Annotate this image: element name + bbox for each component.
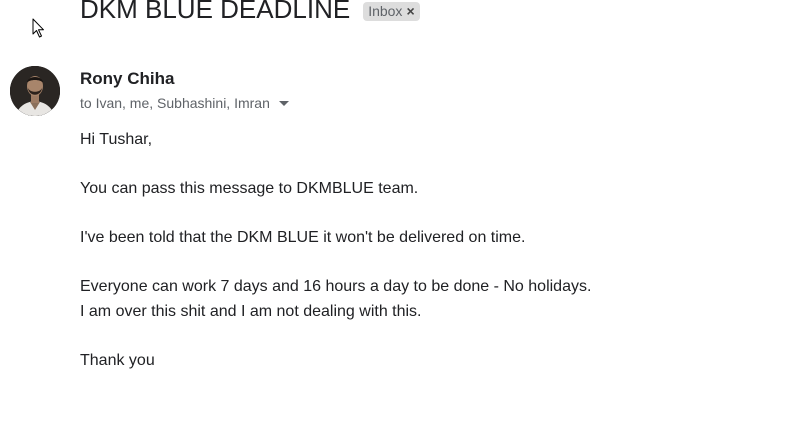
body-blank-line: [80, 202, 591, 227]
avatar-photo: [10, 66, 60, 116]
body-line: Thank you: [80, 351, 155, 369]
subject-row: DKM BLUE DEADLINE Inbox ×: [80, 0, 420, 25]
recipients-text: to Ivan, me, Subhashini, Imran: [80, 95, 270, 111]
sender-avatar[interactable]: [10, 66, 60, 116]
body-line: You can pass this message to DKMBLUE tea…: [80, 180, 419, 197]
label-chip-text: Inbox: [368, 3, 403, 19]
remove-label-icon[interactable]: ×: [406, 4, 414, 19]
body-line: Everyone can work 7 days and 16 hours a …: [80, 278, 592, 295]
body-blank-line: [80, 153, 591, 178]
body-blank-line: [80, 324, 591, 349]
inbox-label-chip[interactable]: Inbox ×: [363, 2, 420, 21]
sender-name[interactable]: Rony Chiha: [80, 69, 174, 89]
body-line: I am over this shit and I am not dealing…: [80, 302, 422, 320]
chevron-down-icon[interactable]: [278, 100, 289, 106]
body-blank-line: [80, 251, 591, 276]
recipients-line[interactable]: to Ivan, me, Subhashini, Imran: [80, 95, 289, 111]
mouse-pointer-icon: [32, 18, 44, 38]
body-line: I've been told that the DKM BLUE it won'…: [80, 229, 526, 246]
email-subject: DKM BLUE DEADLINE: [80, 0, 351, 24]
body-line: Hi Tushar,: [80, 131, 153, 148]
email-body: Hi Tushar, You can pass this message to …: [80, 128, 591, 373]
